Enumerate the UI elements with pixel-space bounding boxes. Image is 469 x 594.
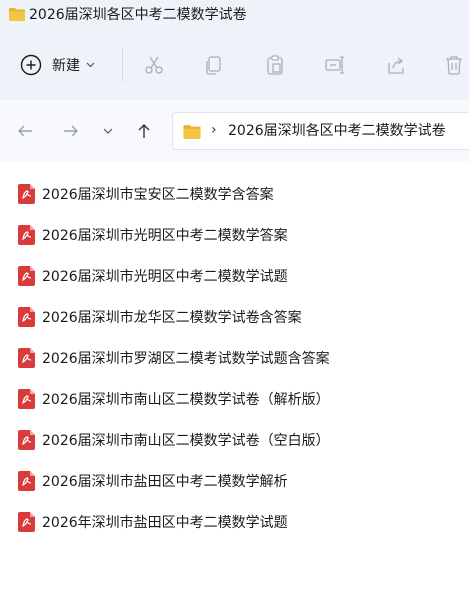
file-name: 2026届深圳市南山区二模数学试卷（解析版） (42, 392, 330, 408)
recent-locations-chevron-icon[interactable] (102, 125, 114, 137)
breadcrumb-current-folder[interactable]: 2026届深圳各区中考二模数学试卷 (228, 122, 446, 140)
pdf-file-icon (18, 430, 35, 450)
address-bar[interactable]: › 2026届深圳各区中考二模数学试卷 (172, 112, 469, 150)
title-bar: 2026届深圳各区中考二模数学试卷 (0, 0, 469, 30)
file-name: 2026届深圳市南山区二模数学试卷（空白版） (42, 433, 330, 449)
rename-icon[interactable] (324, 54, 346, 76)
file-item[interactable]: 2026届深圳市南山区二模数学试卷（解析版） (18, 385, 330, 413)
new-button-label: 新建 (52, 58, 80, 74)
pdf-file-icon (18, 512, 35, 532)
file-name: 2026届深圳市盐田区中考二模数学解析 (42, 474, 288, 490)
forward-arrow-icon[interactable] (62, 122, 80, 140)
file-item[interactable]: 2026届深圳市光明区中考二模数学试题 (18, 262, 288, 290)
chevron-down-icon (86, 62, 95, 68)
file-item[interactable]: 2026届深圳市龙华区二模数学试卷含答案 (18, 303, 302, 331)
pdf-file-icon (18, 184, 35, 204)
file-name: 2026年深圳市盐田区中考二模数学试题 (42, 515, 288, 531)
file-item[interactable]: 2026届深圳市光明区中考二模数学答案 (18, 221, 288, 249)
pdf-file-icon (18, 307, 35, 327)
share-icon[interactable] (385, 54, 407, 76)
copy-icon[interactable] (203, 54, 225, 76)
file-name: 2026届深圳市光明区中考二模数学答案 (42, 228, 288, 244)
file-item[interactable]: 2026年深圳市盐田区中考二模数学试题 (18, 508, 288, 536)
file-item[interactable]: 2026届深圳市罗湖区二模考试数学试题含答案 (18, 344, 330, 372)
file-item[interactable]: 2026届深圳市南山区二模数学试卷（空白版） (18, 426, 330, 454)
file-item[interactable]: 2026届深圳市盐田区中考二模数学解析 (18, 467, 288, 495)
window-title: 2026届深圳各区中考二模数学试卷 (29, 7, 247, 23)
pdf-file-icon (18, 471, 35, 491)
paste-icon[interactable] (264, 54, 286, 76)
toolbar-divider (122, 48, 123, 82)
plus-circle-icon (20, 54, 42, 76)
delete-icon[interactable] (443, 54, 465, 76)
file-name: 2026届深圳市宝安区二模数学含答案 (42, 187, 274, 203)
new-button[interactable]: 新建 (20, 50, 95, 80)
folder-icon (9, 8, 25, 21)
up-arrow-icon[interactable] (135, 122, 153, 140)
file-name: 2026届深圳市罗湖区二模考试数学试题含答案 (42, 351, 330, 367)
file-name: 2026届深圳市光明区中考二模数学试题 (42, 269, 288, 285)
command-bar: 新建 (0, 30, 469, 100)
file-name: 2026届深圳市龙华区二模数学试卷含答案 (42, 310, 302, 326)
cut-icon[interactable] (143, 54, 165, 76)
pdf-file-icon (18, 225, 35, 245)
pdf-file-icon (18, 348, 35, 368)
folder-icon (183, 125, 201, 139)
file-item[interactable]: 2026届深圳市宝安区二模数学含答案 (18, 180, 274, 208)
back-arrow-icon[interactable] (16, 122, 34, 140)
pdf-file-icon (18, 266, 35, 286)
pdf-file-icon (18, 389, 35, 409)
breadcrumb-separator-icon: › (211, 122, 217, 138)
